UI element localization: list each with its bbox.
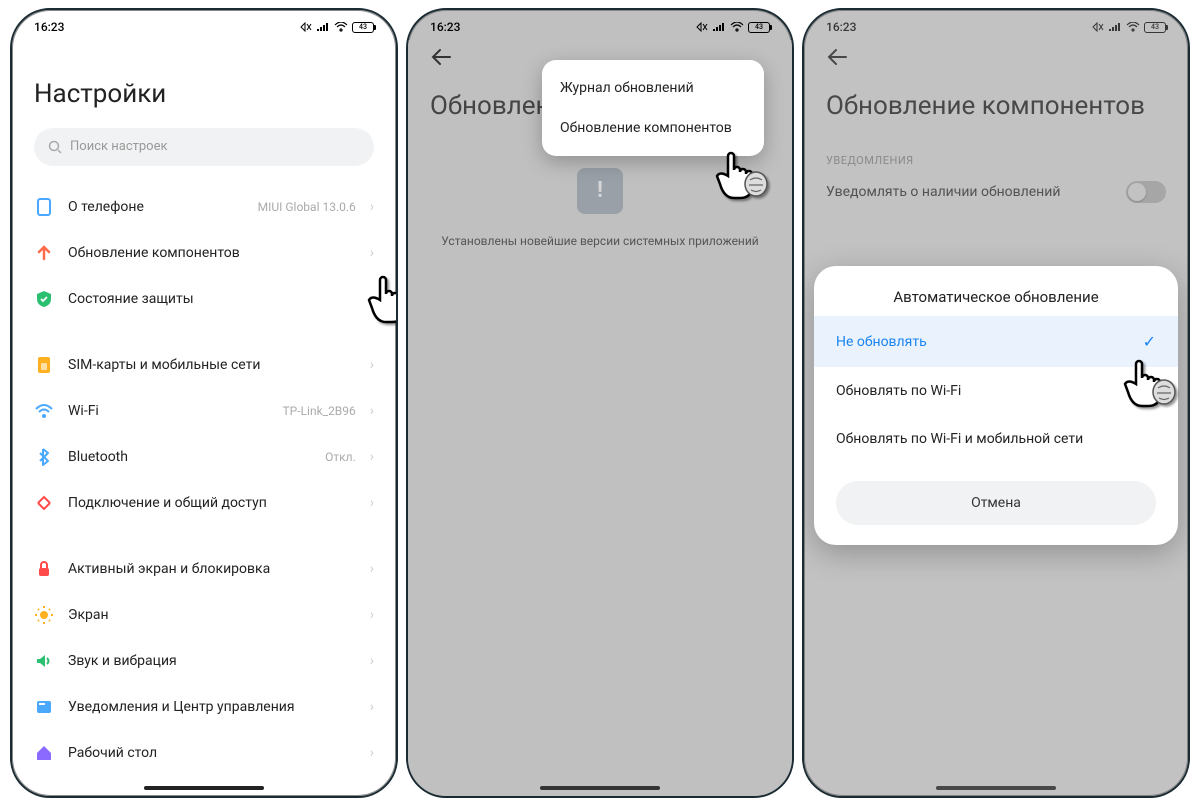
notif-icon [34, 697, 54, 717]
status-bar: 16:23 43 [408, 10, 792, 40]
sheet-option-no-update[interactable]: Не обновлять ✓ [814, 316, 1178, 367]
chevron-right-icon: › [370, 607, 374, 623]
signal-icon [712, 22, 726, 32]
shield-icon [34, 289, 54, 309]
screen-body: Настройки Поиск настроек О телефоне MIUI … [12, 40, 396, 796]
settings-row-lock[interactable]: Активный экран и блокировка › [34, 546, 374, 592]
row-label: Рабочий стол [68, 745, 356, 761]
back-button[interactable] [430, 40, 452, 66]
home-indicator[interactable] [540, 786, 660, 790]
row-label: Bluetooth [68, 449, 311, 465]
row-label: SIM-карты и мобильные сети [68, 357, 356, 373]
row-label: Экран [68, 607, 356, 623]
menu-item-component-update[interactable]: Обновление компонентов [542, 108, 764, 148]
row-label: Уведомления и Центр управления [68, 699, 356, 715]
row-label: О телефоне [68, 199, 244, 215]
battery-icon: 43 [748, 22, 770, 33]
chevron-right-icon: › [370, 403, 374, 419]
chevron-right-icon: › [370, 199, 374, 215]
home-icon [34, 743, 54, 763]
action-sheet: Автоматическое обновление Не обновлять ✓… [814, 266, 1178, 545]
check-icon: ✓ [1143, 332, 1156, 351]
chevron-right-icon: › [370, 245, 374, 261]
row-value: MIUI Global 13.0.6 [258, 200, 356, 214]
row-label: Подключение и общий доступ [68, 495, 356, 511]
chevron-right-icon: › [370, 291, 374, 307]
chevron-right-icon: › [370, 561, 374, 577]
signal-icon [316, 22, 330, 32]
status-time: 16:23 [34, 20, 64, 34]
status-time: 16:23 [430, 20, 460, 34]
settings-row-shield[interactable]: Состояние защиты › [34, 276, 374, 322]
divider [34, 322, 374, 342]
row-label: Wi-Fi [68, 403, 269, 419]
settings-row-sim[interactable]: SIM-карты и мобильные сети › [34, 342, 374, 388]
settings-row-notif[interactable]: Уведомления и Центр управления › [34, 684, 374, 730]
chevron-right-icon: › [370, 357, 374, 373]
mute-icon [300, 22, 312, 32]
chevron-right-icon: › [370, 653, 374, 669]
wifi-icon [334, 22, 348, 32]
page-title: Настройки [34, 40, 374, 128]
row-label: Обновление компонентов [68, 245, 356, 261]
sheet-option-label: Обновлять по Wi-Fi и мобильной сети [836, 431, 1083, 447]
chevron-right-icon: › [370, 495, 374, 511]
sheet-option-label: Обновлять по Wi-Fi [836, 383, 961, 399]
bt-icon [34, 447, 54, 467]
phone-2-update-menu: 16:23 43 Обновлен ! Установлены новейшие… [406, 8, 794, 798]
search-icon [48, 140, 62, 154]
phone-3-component-update: 16:23 43 Обновление компонентов УВЕДОМЛЕ… [802, 8, 1190, 798]
status-icons: 43 [300, 22, 374, 33]
settings-row-home[interactable]: Рабочий стол › [34, 730, 374, 776]
row-label: Активный экран и блокировка [68, 561, 356, 577]
sun-icon [34, 605, 54, 625]
sound-icon [34, 651, 54, 671]
battery-icon: 43 [352, 22, 374, 33]
search-input[interactable]: Поиск настроек [34, 128, 374, 166]
share-icon [34, 493, 54, 513]
wifi-icon [730, 22, 744, 32]
status-message: Установлены новейшие версии системных пр… [430, 234, 770, 248]
sheet-option-wifi[interactable]: Обновлять по Wi-Fi [814, 367, 1178, 415]
settings-row-phone[interactable]: О телефоне MIUI Global 13.0.6 › [34, 184, 374, 230]
phone-icon [34, 197, 54, 217]
alert-icon: ! [577, 168, 623, 214]
lock-icon [34, 559, 54, 579]
chevron-right-icon: › [370, 449, 374, 465]
mute-icon [696, 22, 708, 32]
row-value: Откл. [325, 450, 356, 464]
settings-row-wifi[interactable]: Wi-Fi TP-Link_2B96 › [34, 388, 374, 434]
menu-item-changelog[interactable]: Журнал обновлений [542, 68, 764, 108]
settings-row-sound[interactable]: Звук и вибрация › [34, 638, 374, 684]
sim-icon [34, 355, 54, 375]
settings-row-bt[interactable]: Bluetooth Откл. › [34, 434, 374, 480]
divider [34, 526, 374, 546]
settings-row-sun[interactable]: Экран › [34, 592, 374, 638]
status-icons: 43 [696, 22, 770, 33]
settings-row-up[interactable]: Обновление компонентов › [34, 230, 374, 276]
row-label: Звук и вибрация [68, 653, 356, 669]
settings-row-share[interactable]: Подключение и общий доступ › [34, 480, 374, 526]
sheet-title: Автоматическое обновление [814, 274, 1178, 316]
status-bar: 16:23 43 [12, 10, 396, 40]
sheet-option-wifi-mobile[interactable]: Обновлять по Wi-Fi и мобильной сети [814, 415, 1178, 463]
cancel-button[interactable]: Отмена [836, 481, 1156, 525]
chevron-right-icon: › [370, 745, 374, 761]
up-icon [34, 243, 54, 263]
row-value: TP-Link_2B96 [283, 404, 356, 418]
sheet-option-label: Не обновлять [836, 334, 927, 350]
chevron-right-icon: › [370, 699, 374, 715]
phone-1-settings: 16:23 43 Настройки Поиск настроек О теле… [10, 8, 398, 798]
home-indicator[interactable] [144, 786, 264, 790]
wifi-icon [34, 401, 54, 421]
row-label: Состояние защиты [68, 291, 356, 307]
search-placeholder: Поиск настроек [70, 139, 168, 154]
overflow-menu: Журнал обновлений Обновление компонентов [542, 60, 764, 156]
